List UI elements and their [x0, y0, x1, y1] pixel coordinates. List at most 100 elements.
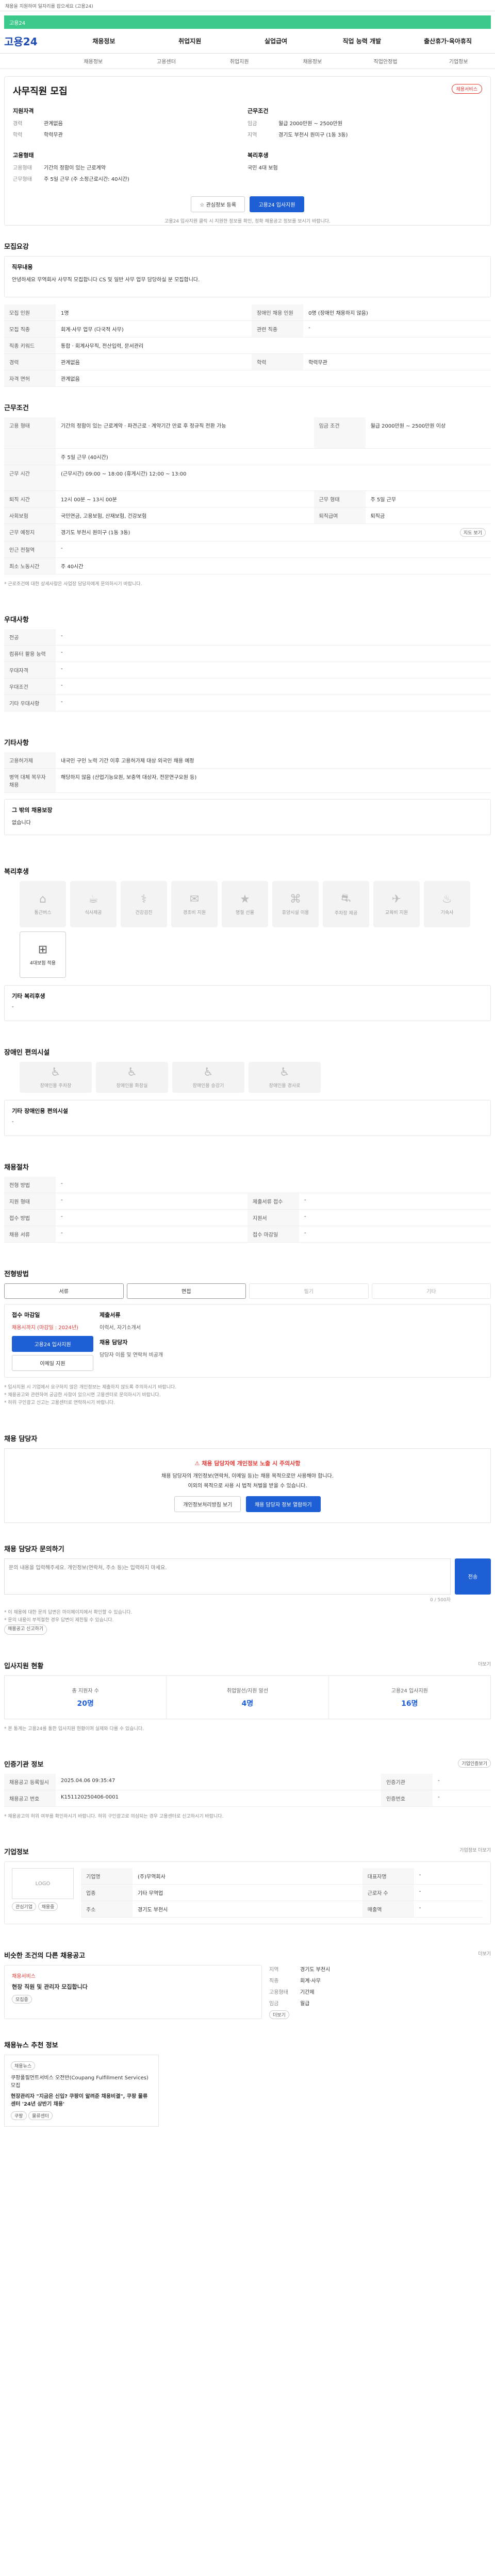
- inquiry-send-button[interactable]: 전송: [455, 1558, 491, 1595]
- company-logo: LOGO: [12, 1868, 74, 1900]
- section-title: 입사지원 현황 더보기: [4, 1660, 491, 1670]
- table-key: 근무 시간: [4, 465, 56, 491]
- gift-icon: ★: [240, 892, 250, 906]
- table-row: 인근 전철역 -: [4, 541, 491, 558]
- table-key: 퇴직 시간: [4, 490, 56, 507]
- global-nav: 고용24 채용정보 취업지원 실업급여 직업 능력 개발 출산휴가·육아휴직: [0, 29, 495, 54]
- welfare-label: 식사제공: [85, 910, 102, 916]
- gnb-item-benefit[interactable]: 실업급여: [233, 37, 319, 45]
- inquiry-counter: 0 / 500자: [430, 1597, 451, 1603]
- table-row: 퇴직 시간 12시 00분 ~ 13시 00분 근무 형태 주 5일 근무: [4, 490, 491, 507]
- gnb-item-training[interactable]: 직업 능력 개발: [319, 37, 405, 45]
- table-key: 우대자격: [4, 662, 56, 679]
- disabled-label: 장애인용 주차장: [40, 1083, 72, 1089]
- view-contact-button[interactable]: 채용 담당자 정보 열람하기: [245, 1496, 321, 1512]
- welfare-label: 명절 선물: [236, 910, 254, 916]
- table-key: 모집 인원: [4, 304, 56, 321]
- table-key: 제출서류 접수: [248, 1193, 299, 1210]
- recruit-badge[interactable]: 채용서비스: [451, 84, 482, 94]
- interest-label: 관심정보 등록: [206, 202, 236, 208]
- kv-key: 학력: [13, 132, 23, 138]
- gnb-item-leave[interactable]: 출산휴가·육아휴직: [405, 37, 491, 45]
- table-row: 업종 기타 무역업 근로자 수-: [81, 1884, 483, 1902]
- education-icon: ✈: [391, 892, 402, 906]
- similar-section: 비슷한 조건의 다른 채용공고 더보기 채용서비스 현장 직원 및 관리자 모집합…: [4, 1950, 491, 2020]
- contact-value: 담당자 이름 및 연락처 비공개: [100, 1352, 163, 1358]
- table-value: 주 5일 근무 (40시간): [56, 448, 491, 465]
- table-value: 주 40시간: [56, 557, 491, 574]
- method-item-docs: 서류: [4, 1283, 124, 1299]
- subnav-item[interactable]: 취업지원: [203, 57, 276, 65]
- contact-text-1: 채용 담당자의 개인정보(연락처, 이메일 등)는 채용 목적으로만 사용해야 …: [161, 1473, 334, 1479]
- table-value: 관계없음: [56, 353, 252, 370]
- gnb-item-jobs[interactable]: 채용정보: [61, 37, 147, 45]
- etc-extra-box: 그 밖의 채용보장 없습니다: [4, 799, 491, 835]
- stat-online: 고용24 입사지원 16명: [329, 1676, 490, 1719]
- table-row: 자격 면허 관계없음: [4, 370, 491, 387]
- company-interest-button[interactable]: 관심기업: [12, 1902, 37, 1911]
- kv-value: 관계없음: [44, 121, 63, 127]
- table-key: 사회보험: [4, 507, 56, 524]
- similar-more-button[interactable]: 더보기: [269, 2010, 289, 2020]
- section-title: 인증기관 정보 기업인증보기: [4, 1758, 491, 1769]
- subnav-item[interactable]: 채용정보: [276, 57, 349, 65]
- table-row: 모집 인원 1명 장애인 채용 인원 0명 (장애인 채용하지 않음): [4, 304, 491, 321]
- table-key: 컴퓨터 활용 능력: [4, 645, 56, 662]
- table-value: -: [56, 694, 491, 711]
- site-logo[interactable]: 고용24: [4, 33, 61, 48]
- table-key: 퇴직급여: [314, 507, 366, 524]
- privacy-policy-button[interactable]: 개인정보처리방침 보기: [174, 1496, 241, 1512]
- news-card[interactable]: 채용뉴스 쿠팡풀필먼트서비스 오전반(Coupang Fulfillment S…: [4, 2055, 159, 2127]
- duty-box: 직무내용 안녕하세요 무역회사 사무직 모집합니다 CS 및 일반 사무 업무 …: [4, 256, 491, 297]
- gnb-item-support[interactable]: 취업지원: [147, 37, 233, 45]
- welfare-item: ⚕ 건강검진: [121, 880, 167, 927]
- disabled-section: 장애인 편의시설 ♿ 장애인용 주차장 ♿ 장애인용 화장실 ♿ 장애인용 승강기 ♿…: [4, 1047, 491, 1136]
- table-key: 근무 예정지: [4, 523, 56, 541]
- conditions-section: 근무조건 고용 형태 기간의 정함이 있는 근로계약 · 파견근로 · 계약기간 …: [4, 402, 491, 588]
- news-tag[interactable]: 쿠팡: [11, 2111, 27, 2121]
- company-more-link[interactable]: 기업정보 더보기: [459, 1846, 491, 1853]
- stats-more-link[interactable]: 더보기: [478, 1660, 491, 1667]
- subnav-item[interactable]: 채용정보: [57, 57, 130, 65]
- inquiry-textarea[interactable]: [4, 1558, 451, 1595]
- table-key: 채용 서류: [4, 1226, 56, 1243]
- table-key: 관련 직종: [252, 320, 304, 337]
- similar-more-link[interactable]: 더보기: [478, 1950, 491, 1957]
- apply-button-2[interactable]: 고용24 입사지원: [12, 1335, 93, 1352]
- cert-button[interactable]: 기업인증보기: [458, 1758, 491, 1768]
- news-tag[interactable]: 물류센터: [28, 2111, 53, 2121]
- report-button[interactable]: 채용공고 신고하기: [4, 1624, 47, 1635]
- interest-button[interactable]: ☆ 관심정보 등록: [191, 196, 245, 212]
- envelope-icon: ✉: [189, 892, 200, 906]
- subnav-item[interactable]: 기업정보: [422, 57, 495, 65]
- inquiry-notes: * 이 채용에 대한 문의 답변은 마이페이지에서 확인할 수 있습니다. * …: [4, 1609, 491, 1635]
- similar-card[interactable]: 채용서비스 현장 직원 및 관리자 모집합니다 모집중: [4, 1965, 262, 2020]
- kv-key: 근무형태: [13, 177, 32, 182]
- table-value: 기간의 정함이 있는 근로계약 · 파견근로 · 계약기간 만료 후 정규직 전…: [56, 417, 314, 449]
- email-apply-button[interactable]: 이메일 지원: [12, 1354, 93, 1371]
- apply-button[interactable]: 고용24 입사지원: [250, 196, 304, 212]
- table-value: 내국인 구인 노력 기간 이후 고용허가제 대상 외국인 채용 예정: [56, 752, 491, 769]
- table-key: 근무 형태: [314, 490, 366, 507]
- table-value: -: [56, 629, 491, 646]
- duty-text: 안녕하세요 무역회사 사무직 모집합니다 CS 및 일반 사무 업무 담당하실 …: [12, 277, 200, 283]
- stats-note: * 본 통계는 고용24를 통한 입사지원 현황이며 실제와 다를 수 있습니다…: [4, 1726, 144, 1732]
- prefer-table: 전공 - 컴퓨터 활용 능력 - 우대자격 - 우대조건 - 기타 우대사항 -: [4, 629, 491, 711]
- stat-total: 총 지원자 수 20명: [5, 1675, 167, 1719]
- top-banner[interactable]: 고용24: [4, 15, 491, 29]
- kv-value: 회계·사무: [300, 1978, 321, 1985]
- stats-title: 입사지원 현황: [4, 1662, 44, 1670]
- section-title: 채용뉴스 추천 정보: [4, 2042, 58, 2050]
- section-title: 채용절차: [4, 1163, 29, 1172]
- contact-box: ⚠ 채용 담당자에 개인정보 노출 시 주의사항 채용 담당자의 개인정보(연락…: [4, 1448, 491, 1523]
- table-key: 근로자 수: [362, 1884, 414, 1902]
- section-title: 채용 담당자 문의하기: [4, 1545, 64, 1553]
- kv-value: 월급 2000만원 ~ 2500만원: [278, 121, 343, 127]
- subnav-item[interactable]: 고용센터: [130, 57, 203, 65]
- table-value: (주)무역회사: [133, 1868, 362, 1885]
- map-button[interactable]: 지도 보기: [460, 528, 486, 537]
- subnav-item[interactable]: 직업안정법: [349, 57, 422, 65]
- table-value: -: [56, 645, 491, 662]
- welfare-label: 건강검진: [135, 910, 153, 916]
- company-jobs-button[interactable]: 채용중: [38, 1902, 58, 1911]
